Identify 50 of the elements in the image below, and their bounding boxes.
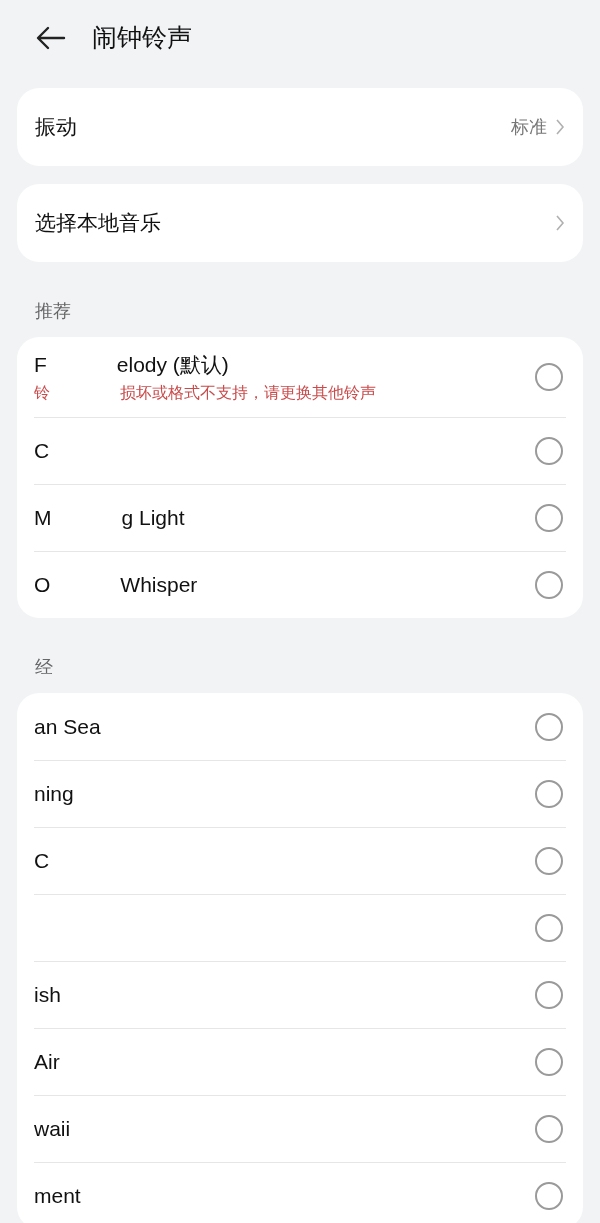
ringtone-name: M xyxy=(34,505,52,532)
ringtone-row[interactable]: ning xyxy=(34,760,566,827)
ringtone-row[interactable]: O Whisper xyxy=(34,551,566,618)
ringtone-name: F xyxy=(34,352,47,379)
radio-button[interactable] xyxy=(535,363,563,391)
radio-button[interactable] xyxy=(535,914,563,942)
ringtone-row[interactable]: C xyxy=(34,827,566,894)
ringtone-row[interactable]: an Sea xyxy=(34,693,566,760)
section-header: 经 xyxy=(35,656,53,679)
settings-row[interactable]: 选择本地音乐 xyxy=(17,184,583,262)
back-arrow-icon[interactable] xyxy=(36,25,66,50)
setting-value: 标准 xyxy=(511,115,547,139)
ringtone-row[interactable]: ment xyxy=(34,1162,566,1223)
radio-button[interactable] xyxy=(535,504,563,532)
ringtone-name: waii xyxy=(34,1116,71,1143)
ringtone-name: ning xyxy=(34,781,74,808)
radio-button[interactable] xyxy=(535,1115,563,1143)
radio-button[interactable] xyxy=(535,1048,563,1076)
ringtone-row[interactable]: C xyxy=(34,417,566,484)
radio-button[interactable] xyxy=(535,780,563,808)
ringtone-name: an Sea xyxy=(34,713,101,740)
ringtone-row[interactable]: M g Light xyxy=(34,484,566,551)
ringtone-name: Whisper xyxy=(120,572,198,599)
settings-row[interactable]: 振动 标准 xyxy=(17,88,583,166)
setting-label: 振动 xyxy=(35,114,77,141)
error-message: 铃 xyxy=(34,382,50,403)
ringtone-name: C xyxy=(34,848,50,875)
section-header: 推荐 xyxy=(35,300,71,323)
radio-button[interactable] xyxy=(535,437,563,465)
ringtone-row[interactable]: Air xyxy=(34,1028,566,1095)
chevron-right-icon xyxy=(555,118,565,136)
chevron-right-icon xyxy=(555,214,565,232)
ringtone-row[interactable]: waii xyxy=(34,1095,566,1162)
ringtone-row[interactable]: ish xyxy=(34,961,566,1028)
setting-label: 选择本地音乐 xyxy=(35,210,161,237)
radio-button[interactable] xyxy=(535,847,563,875)
ringtone-name: C xyxy=(34,438,50,465)
ringtone-name: elody (默认) xyxy=(116,352,229,379)
ringtone-name: g Light xyxy=(121,505,185,532)
radio-button[interactable] xyxy=(535,571,563,599)
ringtone-name: ish xyxy=(34,982,61,1009)
error-message: 损坏或格式不支持，请更换其他铃声 xyxy=(120,382,376,403)
page-title: 闹钟铃声 xyxy=(92,21,192,53)
ringtone-name: O xyxy=(34,572,51,599)
radio-button[interactable] xyxy=(535,981,563,1009)
radio-button[interactable] xyxy=(535,1182,563,1210)
ringtone-row[interactable]: F elody (默认) 铃 损坏或格式不支持，请更换其他铃声 xyxy=(34,337,566,417)
ringtone-name: ment xyxy=(34,1183,81,1210)
radio-button[interactable] xyxy=(535,712,563,741)
ringtone-name: Air xyxy=(34,1049,60,1076)
